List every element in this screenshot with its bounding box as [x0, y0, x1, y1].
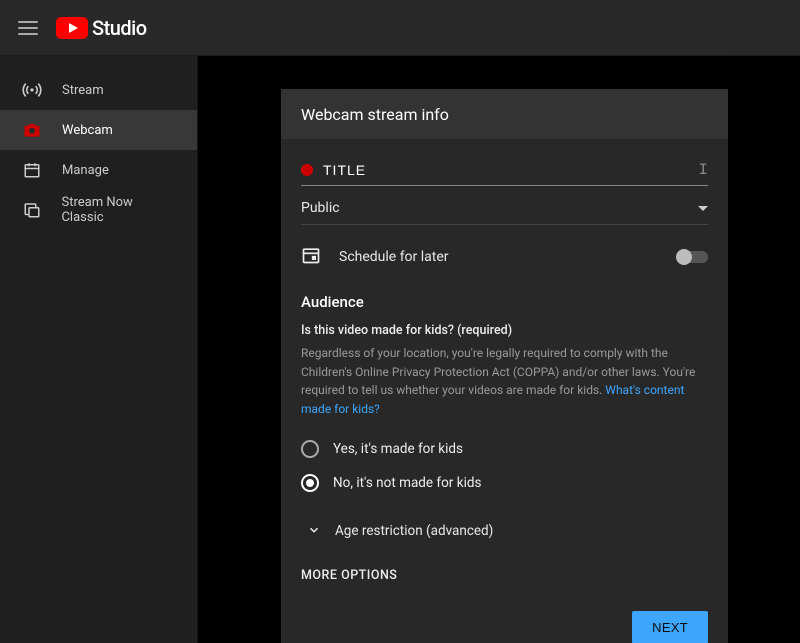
chevron-down-icon	[307, 522, 321, 540]
classic-icon	[22, 200, 41, 220]
sidebar-item-label: Manage	[62, 163, 109, 178]
calendar-event-icon	[301, 245, 321, 269]
webcam-stream-info-dialog: Webcam stream info I Public	[281, 89, 728, 643]
sidebar-item-manage[interactable]: Manage	[0, 150, 197, 190]
sidebar: Stream Webcam Manage Stream Now Classic	[0, 56, 198, 643]
audience-help-text: Regardless of your location, you're lega…	[301, 344, 708, 418]
schedule-row: Schedule for later	[301, 225, 708, 283]
main-area: Stream Webcam Manage Stream Now Classic …	[0, 56, 800, 643]
sidebar-item-label: Stream Now Classic	[61, 195, 175, 225]
radio-made-for-kids-no[interactable]: No, it's not made for kids	[301, 466, 708, 500]
schedule-toggle[interactable]	[678, 251, 708, 263]
sidebar-item-stream-now-classic[interactable]: Stream Now Classic	[0, 190, 197, 230]
age-restriction-label: Age restriction (advanced)	[335, 523, 493, 539]
next-button[interactable]: NEXT	[632, 611, 708, 643]
youtube-play-icon	[56, 17, 88, 39]
title-input[interactable]	[323, 162, 680, 178]
visibility-dropdown[interactable]: Public	[301, 186, 708, 225]
sidebar-item-stream[interactable]: Stream	[0, 70, 197, 110]
youtube-studio-logo[interactable]: Studio	[56, 16, 147, 40]
menu-icon[interactable]	[16, 16, 40, 40]
radio-label: No, it's not made for kids	[333, 475, 481, 491]
sidebar-item-label: Webcam	[62, 123, 113, 138]
sidebar-item-label: Stream	[62, 83, 104, 98]
live-dot-icon	[301, 164, 313, 176]
calendar-icon	[22, 160, 42, 180]
top-bar: Studio	[0, 0, 800, 56]
content-area: Webcam stream info I Public	[198, 56, 800, 643]
radio-label: Yes, it's made for kids	[333, 441, 463, 457]
audience-radio-group: Yes, it's made for kids No, it's not mad…	[301, 418, 708, 506]
radio-made-for-kids-yes[interactable]: Yes, it's made for kids	[301, 432, 708, 466]
chevron-down-icon	[698, 206, 708, 211]
text-cursor-icon: I	[698, 161, 708, 179]
title-field[interactable]: I	[301, 153, 708, 186]
visibility-value: Public	[301, 200, 340, 216]
app-name: Studio	[92, 16, 147, 40]
more-options-button[interactable]: MORE OPTIONS	[301, 550, 708, 597]
sidebar-item-webcam[interactable]: Webcam	[0, 110, 197, 150]
schedule-label: Schedule for later	[339, 249, 449, 265]
stream-icon	[22, 80, 42, 100]
dialog-title: Webcam stream info	[281, 89, 728, 139]
audience-question: Is this video made for kids? (required)	[301, 323, 708, 344]
age-restriction-expand[interactable]: Age restriction (advanced)	[301, 506, 708, 550]
audience-heading: Audience	[301, 283, 708, 323]
camera-icon	[22, 120, 42, 140]
